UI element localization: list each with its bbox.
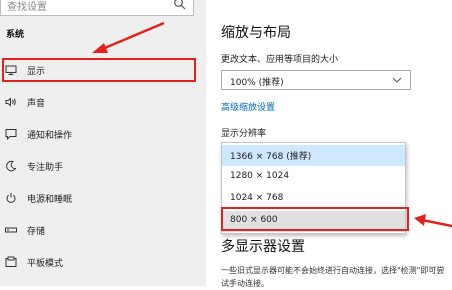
- chevron-down-icon: [392, 77, 402, 83]
- sidebar-item-notifications[interactable]: 通知和操作: [0, 123, 206, 145]
- search-input[interactable]: 查找设置: [0, 0, 194, 16]
- advanced-scaling-link[interactable]: 高级缩放设置: [221, 100, 275, 113]
- sidebar-item-storage[interactable]: 存储: [0, 219, 206, 241]
- search-icon: [174, 0, 186, 10]
- moon-icon: [6, 160, 17, 172]
- resolution-option[interactable]: 1366 × 768 (推荐): [222, 145, 405, 166]
- resolution-option[interactable]: 1280 × 1024: [222, 167, 405, 188]
- scale-dropdown[interactable]: 100% (推荐): [221, 70, 411, 90]
- tablet-icon: [5, 256, 17, 267]
- page-title: 缩放与布局: [221, 25, 291, 41]
- annotation-arrow-icon: [414, 214, 452, 228]
- sidebar-item-focus-assist[interactable]: 专注助手: [0, 155, 206, 177]
- sidebar-item-label: 存储: [27, 227, 46, 237]
- highlight-box-resolution: [221, 207, 409, 231]
- message-icon: [5, 129, 17, 140]
- annotation-arrow-icon: [92, 21, 165, 53]
- resolution-option-label: 1366 × 768 (推荐): [230, 152, 312, 162]
- sidebar-item-tablet-mode[interactable]: 平板模式: [0, 251, 206, 273]
- multi-display-description: 一些旧式显示器可能不会始终进行自动连接，选择"检测"即可尝试手动连接。: [221, 266, 445, 288]
- multi-display-title: 多显示器设置: [221, 239, 305, 255]
- scale-value: 100% (推荐): [230, 78, 284, 88]
- sidebar-item-sound[interactable]: 声音: [0, 91, 206, 113]
- speaker-icon: [5, 97, 16, 107]
- search-placeholder: 查找设置: [7, 2, 47, 13]
- sidebar-item-power-sleep[interactable]: 电源和睡眠: [0, 187, 206, 209]
- sidebar-item-label: 电源和睡眠: [27, 195, 73, 205]
- sidebar-item-label: 平板模式: [27, 259, 64, 269]
- highlight-box-display: [2, 58, 196, 82]
- resolution-label: 显示分辨率: [221, 129, 267, 139]
- power-icon: [6, 193, 16, 203]
- sidebar-item-label: 专注助手: [27, 163, 64, 173]
- resolution-option-label: 1024 × 768: [230, 193, 284, 203]
- sidebar-item-label: 通知和操作: [27, 131, 73, 141]
- sidebar-item-label: 声音: [27, 99, 46, 109]
- resolution-option-label: 1280 × 1024: [230, 171, 290, 181]
- storage-icon: [5, 227, 17, 233]
- scale-label: 更改文本、应用等项目的大小: [221, 55, 339, 65]
- section-title-system: 系统: [6, 30, 25, 40]
